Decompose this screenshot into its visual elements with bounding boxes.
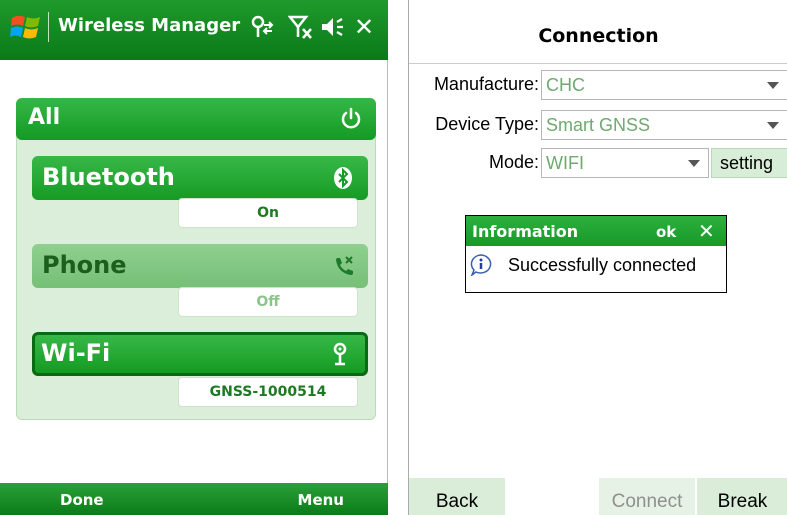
phone-label: Phone (42, 251, 127, 279)
manufacture-select[interactable]: CHC (541, 70, 787, 100)
device-type-value: Smart GNSS (546, 115, 651, 135)
phone-off-icon (336, 256, 353, 275)
dropdown-arrow-icon (688, 160, 700, 167)
volume-icon[interactable] (318, 13, 346, 41)
menu-softkey[interactable]: Menu (298, 491, 344, 509)
softkey-bar: Done Menu (0, 483, 388, 515)
dialog-message: Successfully connected (508, 255, 697, 275)
button-bar: Back Connect Break (409, 478, 787, 515)
manufacture-value: CHC (546, 75, 585, 95)
wireless-icon[interactable] (250, 13, 278, 41)
wifi-label: Wi-Fi (41, 339, 111, 367)
dialog-header: Information ok ✕ (466, 216, 726, 246)
back-button[interactable]: Back (409, 478, 505, 515)
bluetooth-status: On (178, 198, 358, 228)
wifi-toggle-button[interactable]: Wi-Fi (32, 332, 368, 376)
device-type-label: Device Type: (435, 114, 539, 134)
dropdown-arrow-icon (767, 82, 779, 89)
power-icon (341, 107, 361, 129)
dialog-close-icon[interactable]: ✕ (698, 219, 715, 243)
manufacture-label: Manufacture: (433, 74, 539, 94)
bluetooth-icon (334, 167, 352, 189)
wireless-manager-screen: Wireless Manager ✕ All Bluetooth On Phon… (0, 0, 388, 515)
dropdown-arrow-icon (767, 122, 779, 129)
break-button[interactable]: Break (697, 478, 787, 515)
all-toggle-button[interactable]: All (16, 98, 376, 140)
mode-select[interactable]: WIFI (541, 148, 709, 178)
title-bar: Wireless Manager ✕ (0, 0, 388, 60)
setting-button[interactable]: setting (711, 148, 787, 178)
phone-toggle-button[interactable]: Phone (32, 244, 368, 288)
connect-button[interactable]: Connect (599, 478, 695, 515)
mode-row: Mode: (409, 148, 539, 178)
app-title: Wireless Manager (58, 15, 241, 36)
device-type-select[interactable]: Smart GNSS (541, 110, 787, 140)
wifi-network-name: GNSS-1000514 (178, 377, 358, 407)
dialog-ok-button[interactable]: ok (656, 223, 676, 241)
all-label: All (28, 105, 61, 130)
dialog-title: Information (472, 222, 579, 241)
mode-value: WIFI (546, 153, 584, 173)
connection-screen: Connection Manufacture: CHC Device Type:… (408, 0, 787, 515)
info-icon (470, 254, 492, 276)
close-icon[interactable]: ✕ (354, 13, 374, 41)
no-signal-icon[interactable] (288, 13, 314, 41)
phone-status: Off (178, 287, 358, 317)
device-type-row: Device Type: (409, 110, 539, 140)
done-softkey[interactable]: Done (60, 491, 104, 509)
wifi-antenna-icon (333, 342, 347, 366)
mode-label: Mode: (488, 152, 539, 172)
windows-logo-icon[interactable] (10, 12, 42, 42)
bluetooth-toggle-button[interactable]: Bluetooth (32, 156, 368, 200)
manufacture-row: Manufacture: (409, 70, 539, 100)
title-separator (48, 12, 49, 42)
bluetooth-label: Bluetooth (42, 163, 175, 191)
page-title: Connection (409, 0, 787, 64)
information-dialog: Information ok ✕ Successfully connected (465, 215, 727, 293)
